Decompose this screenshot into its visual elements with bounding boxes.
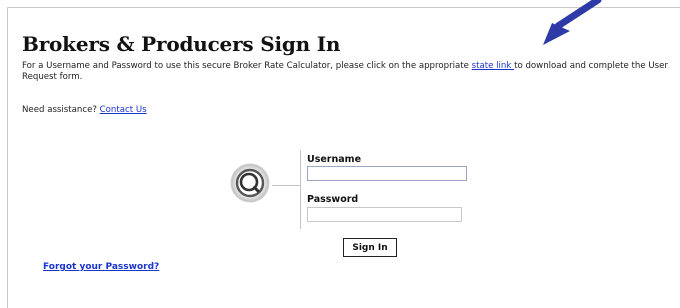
magnifier-icon [230,163,270,203]
form-connector-line [272,185,300,186]
page-title: Brokers & Producers Sign In [22,32,341,56]
intro-text-start: For a Username and Password to use this … [22,61,472,71]
form-divider [300,150,301,229]
password-label: Password [307,194,359,205]
assistance-label: Need assistance? [22,105,100,115]
sign-in-button[interactable]: Sign In [343,238,397,257]
password-input[interactable] [307,207,462,222]
forgot-password-link[interactable]: Forgot your Password? [43,262,159,272]
state-link[interactable]: state link [472,61,514,71]
username-label: Username [307,154,362,165]
pointer-arrow-icon [500,0,680,50]
contact-us-link[interactable]: Contact Us [100,105,147,115]
intro-text: For a Username and Password to use this … [22,61,680,83]
assistance-line: Need assistance? Contact Us [22,105,147,115]
username-input[interactable] [307,166,467,181]
